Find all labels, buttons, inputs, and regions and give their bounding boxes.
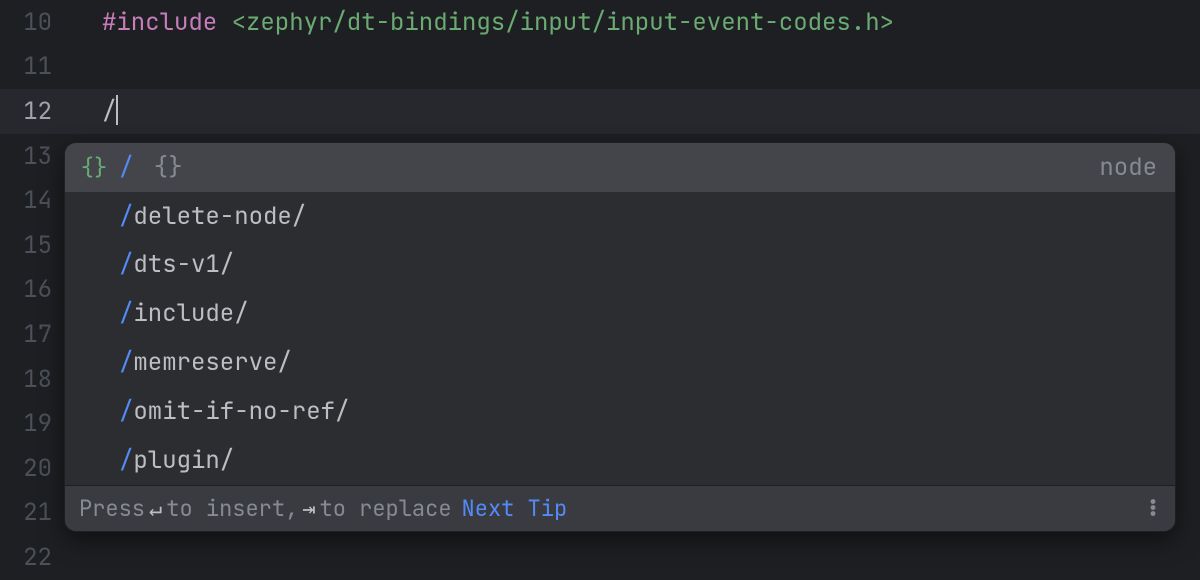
line-number: 10 [0, 7, 66, 38]
code-content[interactable]: #include <zephyr/dt-bindings/input/input… [102, 7, 894, 38]
autocomplete-item[interactable]: /dts-v1/ [65, 241, 1175, 290]
autocomplete-item-selected[interactable]: {} / {} node [65, 143, 1175, 192]
enter-key-icon: ↵ [149, 494, 162, 523]
next-tip-link[interactable]: Next Tip [462, 494, 568, 523]
line-number: 17 [0, 319, 66, 350]
text-cursor [116, 95, 118, 125]
code-content[interactable]: / [102, 96, 118, 127]
line-number: 11 [0, 51, 66, 82]
autocomplete-item[interactable]: /memreserve/ [65, 338, 1175, 387]
code-line[interactable]: 10 #include <zephyr/dt-bindings/input/in… [0, 0, 1200, 45]
autocomplete-type: node [1099, 152, 1157, 183]
autocomplete-label: /delete-node/ [119, 201, 1157, 232]
autocomplete-label: /plugin/ [119, 445, 1157, 476]
line-number: 15 [0, 230, 66, 261]
hint-text: Press [79, 494, 145, 523]
more-options-icon[interactable]: ••• [1147, 499, 1161, 517]
autocomplete-item[interactable]: /include/ [65, 289, 1175, 338]
line-number: 13 [0, 141, 66, 172]
autocomplete-label: /dts-v1/ [119, 249, 1157, 280]
hint-text: to insert, [166, 494, 298, 523]
autocomplete-item[interactable]: /plugin/ [65, 436, 1175, 485]
braces-icon: {} [79, 153, 109, 182]
line-number: 22 [0, 542, 66, 573]
line-number: 16 [0, 274, 66, 305]
code-line[interactable]: 22 [0, 535, 1200, 580]
tab-key-icon: ⇥ [302, 494, 315, 523]
autocomplete-label: /memreserve/ [119, 347, 1157, 378]
preprocessor-keyword: #include [102, 7, 217, 38]
autocomplete-label: / {} [119, 152, 1099, 183]
include-path: <zephyr/dt-bindings/input/input-event-co… [232, 7, 894, 38]
autocomplete-item[interactable]: /omit-if-no-ref/ [65, 387, 1175, 436]
autocomplete-popup[interactable]: {} / {} node /delete-node/ /dts-v1/ /inc… [64, 142, 1176, 532]
line-number: 12 [0, 96, 66, 127]
line-number: 21 [0, 497, 66, 528]
code-editor[interactable]: 10 #include <zephyr/dt-bindings/input/in… [0, 0, 1200, 580]
line-number: 18 [0, 364, 66, 395]
line-number: 19 [0, 408, 66, 439]
autocomplete-label: /omit-if-no-ref/ [119, 396, 1157, 427]
typed-text: / [102, 96, 116, 127]
line-number: 14 [0, 185, 66, 216]
code-line[interactable]: 11 [0, 45, 1200, 90]
code-line-active[interactable]: 12 / [0, 89, 1200, 134]
line-number: 20 [0, 453, 66, 484]
autocomplete-item[interactable]: /delete-node/ [65, 192, 1175, 241]
autocomplete-label: /include/ [119, 298, 1157, 329]
autocomplete-hint-bar: Press ↵ to insert, ⇥ to replace Next Tip… [65, 485, 1175, 531]
hint-text: to replace [320, 494, 452, 523]
